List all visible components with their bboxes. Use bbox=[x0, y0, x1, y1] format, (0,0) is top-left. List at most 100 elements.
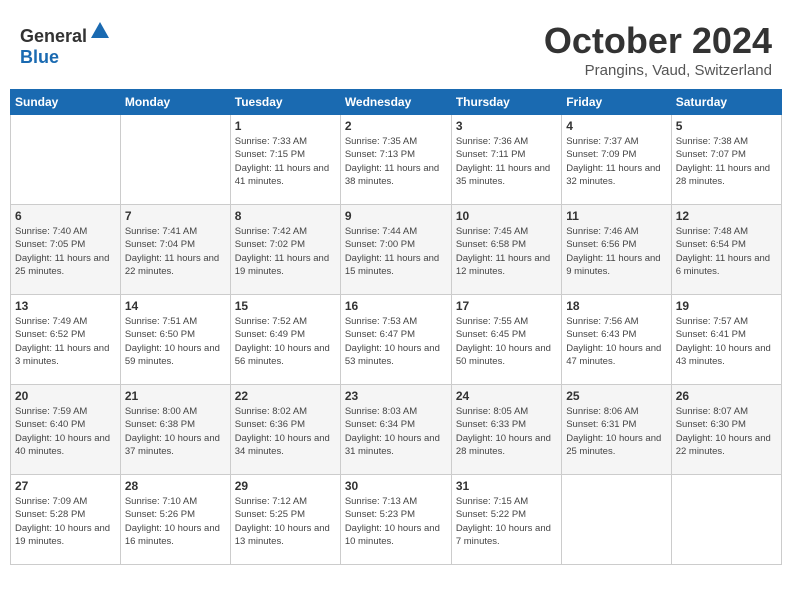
day-info: Sunrise: 7:33 AM Sunset: 7:15 PM Dayligh… bbox=[235, 135, 336, 188]
day-info: Sunrise: 8:07 AM Sunset: 6:30 PM Dayligh… bbox=[676, 405, 777, 458]
day-info: Sunrise: 7:13 AM Sunset: 5:23 PM Dayligh… bbox=[345, 495, 447, 548]
day-info: Sunrise: 7:49 AM Sunset: 6:52 PM Dayligh… bbox=[15, 315, 116, 368]
day-number: 2 bbox=[345, 119, 447, 133]
col-saturday: Saturday bbox=[671, 90, 781, 115]
day-info: Sunrise: 7:44 AM Sunset: 7:00 PM Dayligh… bbox=[345, 225, 447, 278]
calendar-header: Sunday Monday Tuesday Wednesday Thursday… bbox=[11, 90, 782, 115]
table-row: 26 Sunrise: 8:07 AM Sunset: 6:30 PM Dayli… bbox=[671, 385, 781, 475]
title-block: October 2024 Prangins, Vaud, Switzerland bbox=[544, 20, 772, 79]
table-row: 4Sunrise: 7:37 AM Sunset: 7:09 PM Daylig… bbox=[562, 115, 671, 205]
table-row bbox=[120, 115, 230, 205]
day-info: Sunrise: 7:52 AM Sunset: 6:49 PM Dayligh… bbox=[235, 315, 336, 368]
day-number: 23 bbox=[345, 389, 447, 403]
day-number: 10 bbox=[456, 209, 557, 223]
day-number: 1 bbox=[235, 119, 336, 133]
day-number: 24 bbox=[456, 389, 557, 403]
table-row: 22 Sunrise: 8:02 AM Sunset: 6:36 PM Dayli… bbox=[230, 385, 340, 475]
table-row: 8 Sunrise: 7:42 AM Sunset: 7:02 PM Daylig… bbox=[230, 205, 340, 295]
table-row: 6Sunrise: 7:40 AM Sunset: 7:05 PM Daylig… bbox=[11, 205, 121, 295]
day-number: 13 bbox=[15, 299, 116, 313]
day-info: Sunrise: 7:51 AM Sunset: 6:50 PM Dayligh… bbox=[125, 315, 226, 368]
day-info: Sunrise: 7:36 AM Sunset: 7:11 PM Dayligh… bbox=[456, 135, 557, 188]
logo: General Blue bbox=[20, 20, 111, 68]
day-number: 30 bbox=[345, 479, 447, 493]
col-wednesday: Wednesday bbox=[340, 90, 451, 115]
day-info: Sunrise: 8:06 AM Sunset: 6:31 PM Dayligh… bbox=[566, 405, 666, 458]
day-number: 7 bbox=[125, 209, 226, 223]
day-number: 22 bbox=[235, 389, 336, 403]
table-row bbox=[11, 115, 121, 205]
table-row: 29 Sunrise: 7:12 AM Sunset: 5:25 PM Dayli… bbox=[230, 475, 340, 565]
day-number: 31 bbox=[456, 479, 557, 493]
day-number: 17 bbox=[456, 299, 557, 313]
day-number: 16 bbox=[345, 299, 447, 313]
day-info: Sunrise: 7:15 AM Sunset: 5:22 PM Dayligh… bbox=[456, 495, 557, 548]
table-row: 13 Sunrise: 7:49 AM Sunset: 6:52 PM Dayli… bbox=[11, 295, 121, 385]
table-row: 7 Sunrise: 7:41 AM Sunset: 7:04 PM Daylig… bbox=[120, 205, 230, 295]
day-info: Sunrise: 7:42 AM Sunset: 7:02 PM Dayligh… bbox=[235, 225, 336, 278]
day-info: Sunrise: 7:35 AM Sunset: 7:13 PM Dayligh… bbox=[345, 135, 447, 188]
table-row: 25Sunrise: 8:06 AM Sunset: 6:31 PM Dayli… bbox=[562, 385, 671, 475]
day-info: Sunrise: 7:48 AM Sunset: 6:54 PM Dayligh… bbox=[676, 225, 777, 278]
day-number: 26 bbox=[676, 389, 777, 403]
header: General Blue October 2024 Prangins, Vaud… bbox=[10, 10, 782, 84]
day-number: 4 bbox=[566, 119, 666, 133]
day-info: Sunrise: 7:55 AM Sunset: 6:45 PM Dayligh… bbox=[456, 315, 557, 368]
table-row: 28 Sunrise: 7:10 AM Sunset: 5:26 PM Dayli… bbox=[120, 475, 230, 565]
table-row: 23 Sunrise: 8:03 AM Sunset: 6:34 PM Dayli… bbox=[340, 385, 451, 475]
day-number: 11 bbox=[566, 209, 666, 223]
table-row: 2 Sunrise: 7:35 AM Sunset: 7:13 PM Daylig… bbox=[340, 115, 451, 205]
day-info: Sunrise: 7:53 AM Sunset: 6:47 PM Dayligh… bbox=[345, 315, 447, 368]
col-tuesday: Tuesday bbox=[230, 90, 340, 115]
table-row: 1 Sunrise: 7:33 AM Sunset: 7:15 PM Daylig… bbox=[230, 115, 340, 205]
day-info: Sunrise: 7:38 AM Sunset: 7:07 PM Dayligh… bbox=[676, 135, 777, 188]
day-number: 19 bbox=[676, 299, 777, 313]
location: Prangins, Vaud, Switzerland bbox=[544, 62, 772, 79]
day-number: 5 bbox=[676, 119, 777, 133]
day-number: 12 bbox=[676, 209, 777, 223]
day-number: 20 bbox=[15, 389, 116, 403]
day-number: 9 bbox=[345, 209, 447, 223]
table-row: 31 Sunrise: 7:15 AM Sunset: 5:22 PM Dayli… bbox=[451, 475, 561, 565]
table-row: 11 Sunrise: 7:46 AM Sunset: 6:56 PM Dayli… bbox=[562, 205, 671, 295]
table-row: 27Sunrise: 7:09 AM Sunset: 5:28 PM Dayli… bbox=[11, 475, 121, 565]
col-thursday: Thursday bbox=[451, 90, 561, 115]
day-info: Sunrise: 7:46 AM Sunset: 6:56 PM Dayligh… bbox=[566, 225, 666, 278]
day-info: Sunrise: 8:05 AM Sunset: 6:33 PM Dayligh… bbox=[456, 405, 557, 458]
table-row: 14Sunrise: 7:51 AM Sunset: 6:50 PM Dayli… bbox=[120, 295, 230, 385]
table-row bbox=[671, 475, 781, 565]
table-row: 18Sunrise: 7:56 AM Sunset: 6:43 PM Dayli… bbox=[562, 295, 671, 385]
table-row: 30 Sunrise: 7:13 AM Sunset: 5:23 PM Dayli… bbox=[340, 475, 451, 565]
col-sunday: Sunday bbox=[11, 90, 121, 115]
day-info: Sunrise: 7:41 AM Sunset: 7:04 PM Dayligh… bbox=[125, 225, 226, 278]
day-number: 18 bbox=[566, 299, 666, 313]
day-number: 29 bbox=[235, 479, 336, 493]
table-row bbox=[562, 475, 671, 565]
day-number: 3 bbox=[456, 119, 557, 133]
table-row: 15 Sunrise: 7:52 AM Sunset: 6:49 PM Dayli… bbox=[230, 295, 340, 385]
logo-general: General bbox=[20, 26, 87, 46]
day-info: Sunrise: 7:57 AM Sunset: 6:41 PM Dayligh… bbox=[676, 315, 777, 368]
day-number: 28 bbox=[125, 479, 226, 493]
table-row: 5 Sunrise: 7:38 AM Sunset: 7:07 PM Daylig… bbox=[671, 115, 781, 205]
table-row: 24 Sunrise: 8:05 AM Sunset: 6:33 PM Dayli… bbox=[451, 385, 561, 475]
table-row: 3 Sunrise: 7:36 AM Sunset: 7:11 PM Daylig… bbox=[451, 115, 561, 205]
table-row: 17 Sunrise: 7:55 AM Sunset: 6:45 PM Dayli… bbox=[451, 295, 561, 385]
day-info: Sunrise: 7:10 AM Sunset: 5:26 PM Dayligh… bbox=[125, 495, 226, 548]
logo-icon bbox=[89, 20, 111, 42]
table-row: 10 Sunrise: 7:45 AM Sunset: 6:58 PM Dayli… bbox=[451, 205, 561, 295]
day-info: Sunrise: 8:02 AM Sunset: 6:36 PM Dayligh… bbox=[235, 405, 336, 458]
day-number: 21 bbox=[125, 389, 226, 403]
col-monday: Monday bbox=[120, 90, 230, 115]
table-row: 9 Sunrise: 7:44 AM Sunset: 7:00 PM Daylig… bbox=[340, 205, 451, 295]
day-info: Sunrise: 7:09 AM Sunset: 5:28 PM Dayligh… bbox=[15, 495, 116, 548]
day-number: 8 bbox=[235, 209, 336, 223]
table-row: 19 Sunrise: 7:57 AM Sunset: 6:41 PM Dayli… bbox=[671, 295, 781, 385]
day-info: Sunrise: 8:03 AM Sunset: 6:34 PM Dayligh… bbox=[345, 405, 447, 458]
day-number: 15 bbox=[235, 299, 336, 313]
table-row: 21Sunrise: 8:00 AM Sunset: 6:38 PM Dayli… bbox=[120, 385, 230, 475]
day-info: Sunrise: 7:59 AM Sunset: 6:40 PM Dayligh… bbox=[15, 405, 116, 458]
day-info: Sunrise: 7:12 AM Sunset: 5:25 PM Dayligh… bbox=[235, 495, 336, 548]
day-info: Sunrise: 7:45 AM Sunset: 6:58 PM Dayligh… bbox=[456, 225, 557, 278]
day-info: Sunrise: 7:40 AM Sunset: 7:05 PM Dayligh… bbox=[15, 225, 116, 278]
